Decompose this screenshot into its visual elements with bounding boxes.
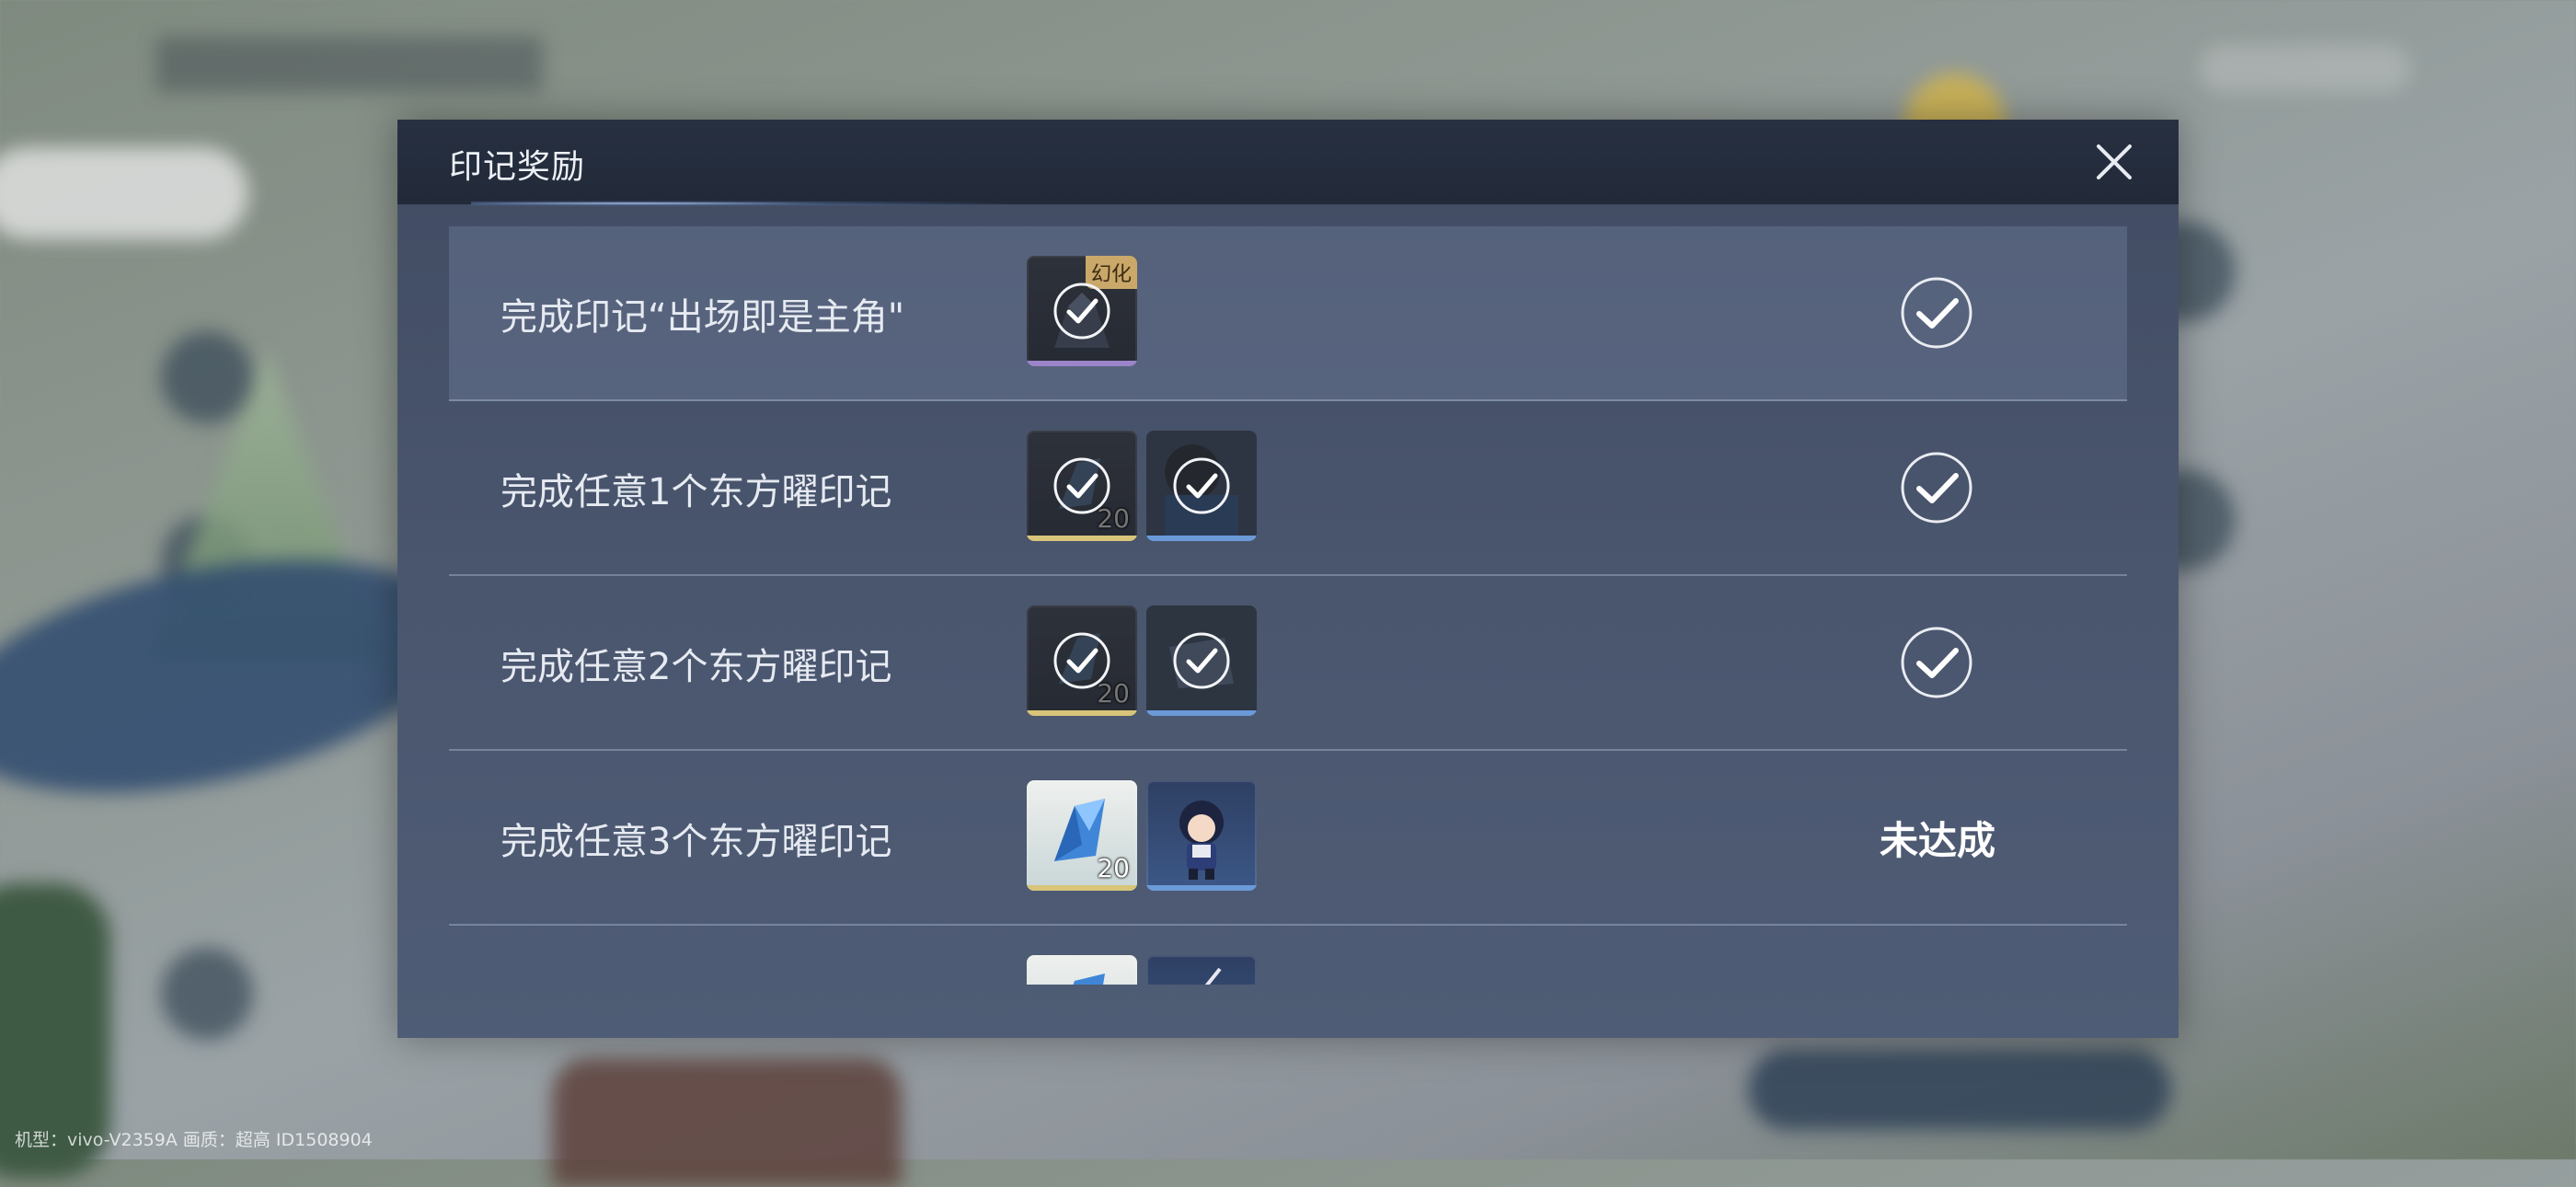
completed-check-icon (1901, 277, 1972, 349)
item-quantity: 20 (1097, 853, 1130, 883)
header-glow-decoration (471, 201, 1023, 206)
background-side-tab (0, 147, 248, 239)
reward-item-wand[interactable] (1146, 955, 1257, 985)
reward-item-appearance[interactable]: 幻化 (1027, 256, 1137, 366)
completed-check-icon (1901, 627, 1972, 698)
reward-list[interactable]: 完成印记“出场即是主角" 幻化 完成任意1个东方曜印记 20 完成任意2个东方曜… (449, 226, 2127, 985)
background-trunk (552, 1058, 902, 1187)
reward-item-crystal[interactable]: 20 (1027, 780, 1137, 891)
reward-item-chibi[interactable] (1146, 780, 1257, 891)
quality-bar (1027, 710, 1137, 716)
quality-bar (1027, 361, 1137, 366)
quality-bar (1146, 885, 1257, 891)
reward-condition-label: 完成任意2个东方曜印记 (500, 646, 892, 688)
quality-bar (1146, 536, 1257, 541)
reward-item-crystal[interactable] (1027, 955, 1137, 985)
background-top-right-button (2199, 44, 2410, 92)
check-icon (1173, 457, 1230, 514)
dialog-header: 印记奖励 (397, 120, 2179, 205)
background-bottom-button (1748, 1049, 2171, 1130)
device-info-watermark: 机型：vivo-V2359A 画质：超高 ID1508904 (15, 1130, 373, 1150)
quality-bar (1146, 710, 1257, 716)
reward-item-avatar[interactable] (1146, 431, 1257, 541)
reward-row (449, 926, 2127, 985)
reward-item-crystal[interactable]: 20 (1027, 431, 1137, 541)
reward-row: 完成任意3个东方曜印记 20 未达成 (449, 751, 2127, 926)
chibi-character-icon (1179, 801, 1224, 880)
quality-bar (1027, 885, 1137, 891)
status-not-achieved: 未达成 (1879, 818, 1995, 863)
reward-condition-label: 完成任意1个东方曜印记 (500, 471, 892, 513)
check-icon (1053, 282, 1110, 340)
close-icon[interactable] (2092, 140, 2136, 184)
completed-check-icon (1901, 452, 1972, 524)
crystal-icon (1073, 974, 1105, 985)
mark-rewards-dialog: 印记奖励 完成印记“出场即是主角" 幻化 完成任意1个东方曜印记 20 完成任意… (397, 120, 2179, 1038)
background-side-icon (161, 331, 253, 423)
background-side-icon (161, 948, 253, 1040)
reward-row: 完成任意1个东方曜印记 20 (449, 401, 2127, 576)
reward-item-crystal[interactable]: 20 (1027, 605, 1137, 716)
reward-row: 完成任意2个东方曜印记 20 (449, 576, 2127, 751)
item-quantity: 20 (1097, 678, 1130, 709)
reward-condition-label: 完成印记“出场即是主角" (500, 296, 905, 339)
check-icon (1173, 632, 1230, 689)
reward-condition-label: 完成任意3个东方曜印记 (500, 821, 892, 863)
reward-item-frame[interactable] (1146, 605, 1257, 716)
reward-row: 完成印记“出场即是主角" 幻化 (449, 226, 2127, 401)
item-quantity: 20 (1097, 503, 1130, 534)
background-top-nav (156, 37, 543, 92)
quality-bar (1027, 536, 1137, 541)
dialog-title: 印记奖励 (449, 148, 586, 186)
wand-icon (1204, 967, 1222, 985)
